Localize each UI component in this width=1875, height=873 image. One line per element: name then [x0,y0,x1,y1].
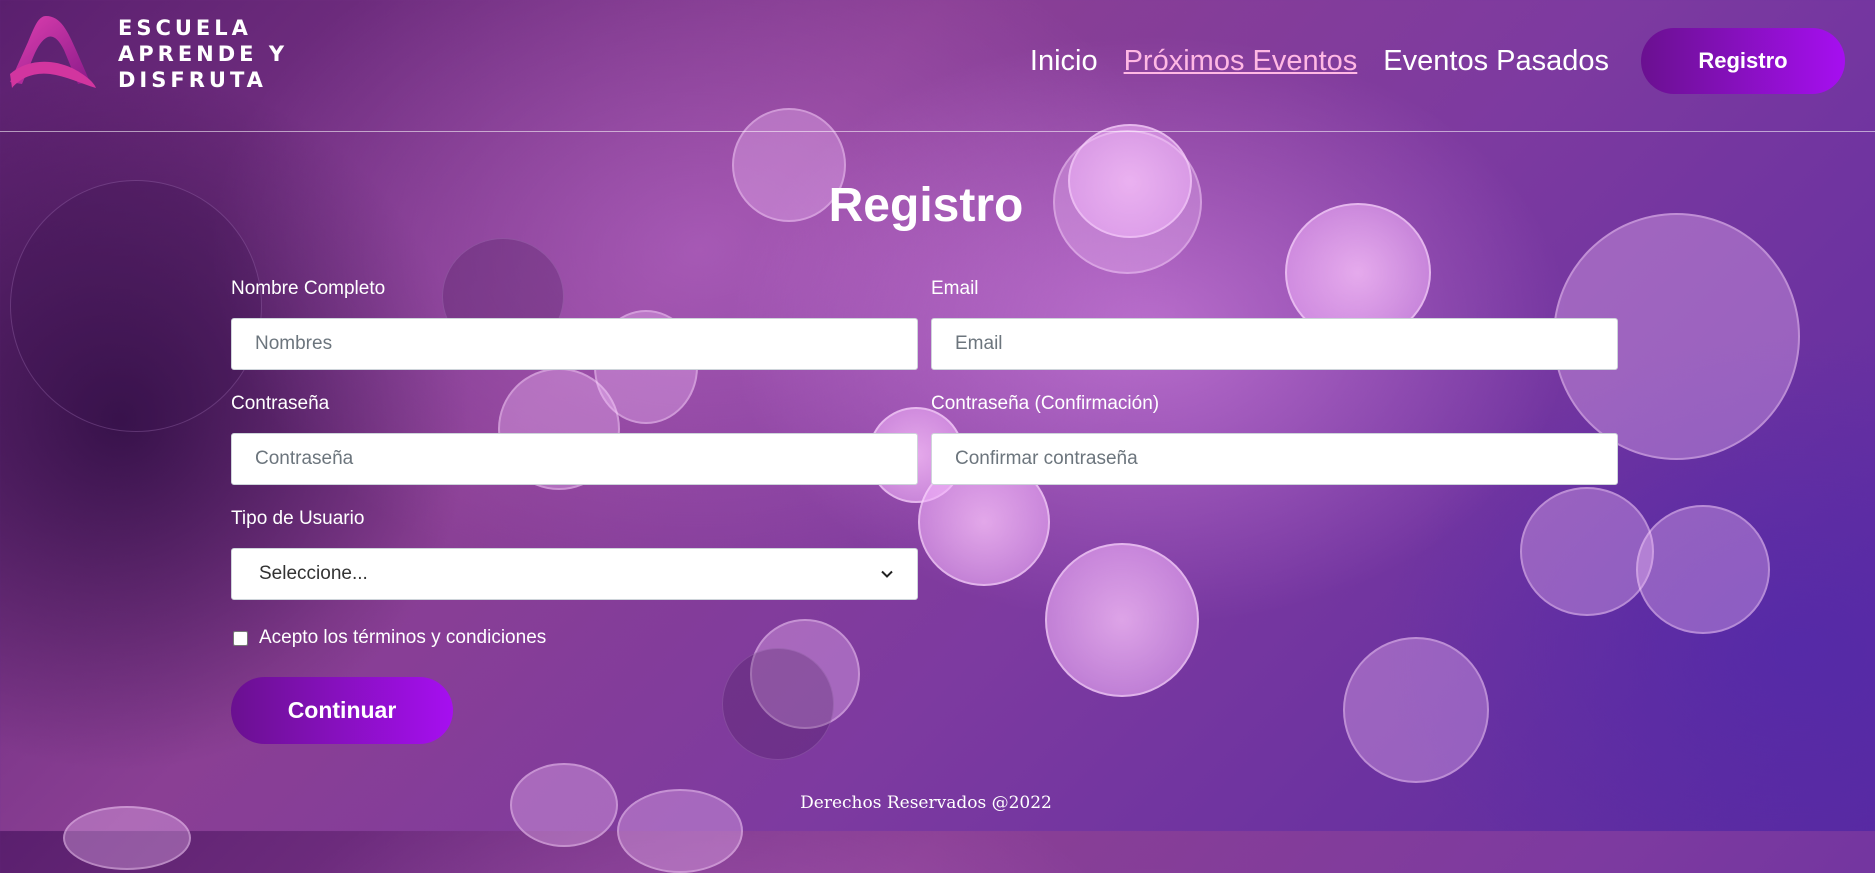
nav-link-inicio[interactable]: Inicio [1030,45,1098,78]
page-title: Registro [828,179,1024,232]
site-header: ESCUELA APRENDE Y DISFRUTA Inicio Próxim… [0,0,1875,132]
terms-checkbox[interactable] [233,630,248,646]
password-input[interactable]: Contraseña [231,433,918,485]
full-name-label: Nombre Completo [231,278,386,299]
register-button[interactable]: Registro [1641,28,1845,94]
continue-button[interactable]: Continuar [231,677,453,744]
logo-text: ESCUELA APRENDE Y DISFRUTA [118,15,288,93]
logo-line: ESCUELA [118,16,252,40]
logo-line: DISFRUTA [118,68,267,92]
user-type-label: Tipo de Usuario [231,508,365,529]
registration-form: Nombre Completo Nombres Email Email Cont… [231,278,1619,744]
nav-link-eventos-pasados[interactable]: Eventos Pasados [1383,45,1609,78]
nav-link-proximos-eventos[interactable]: Próximos Eventos [1124,45,1358,78]
full-name-input[interactable]: Nombres [231,318,918,370]
logo-line: APRENDE Y [118,42,289,66]
password-label: Contraseña [231,393,330,414]
terms-row: Acepto los términos y condiciones [231,627,1619,649]
logo-mark-icon [10,16,96,88]
footer-text: Derechos Reservados @2022 [800,793,1052,813]
password-confirm-input[interactable]: Confirmar contraseña [931,433,1618,485]
chevron-down-icon [881,570,893,578]
logo[interactable]: ESCUELA APRENDE Y DISFRUTA [6,12,288,96]
user-type-selected: Seleccione... [259,563,368,584]
email-input[interactable]: Email [931,318,1618,370]
main-nav: Inicio Próximos Eventos Eventos Pasados … [1004,28,1845,94]
user-type-select[interactable]: Seleccione... [231,548,918,600]
password-confirm-label: Contraseña (Confirmación) [931,393,1160,414]
email-label: Email [931,278,979,299]
terms-label[interactable]: Acepto los términos y condiciones [259,627,546,649]
